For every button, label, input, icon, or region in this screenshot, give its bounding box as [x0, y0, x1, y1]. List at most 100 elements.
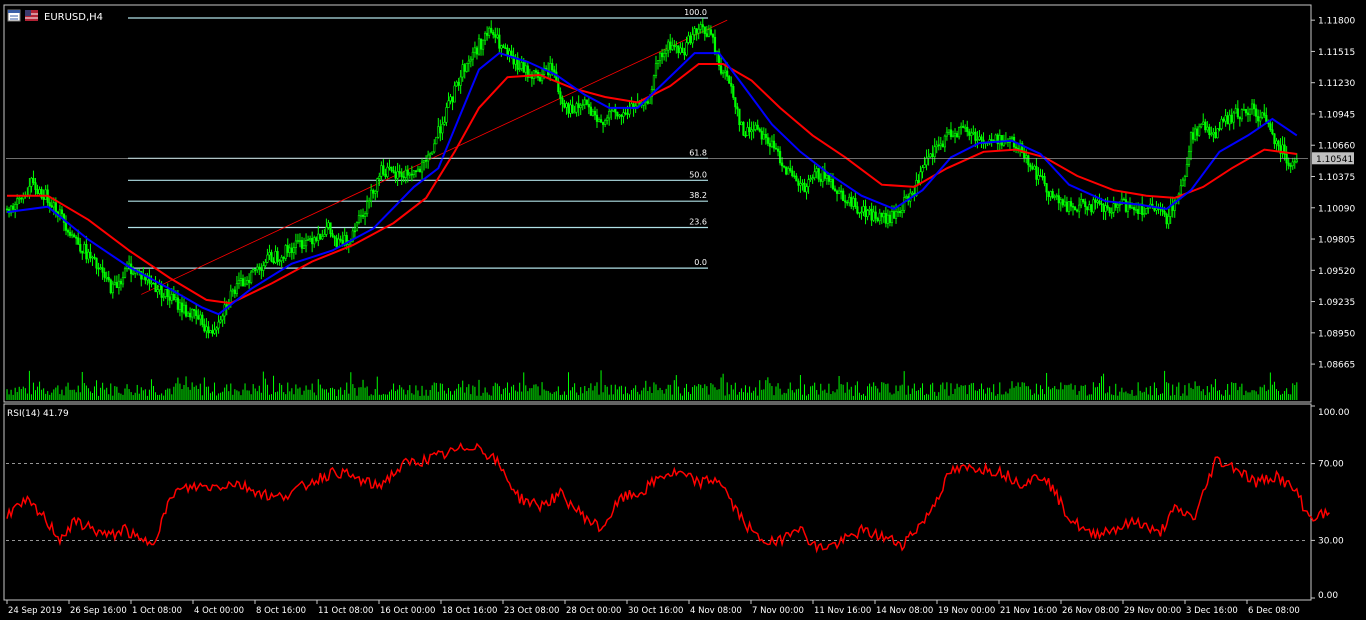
- candle-body: [1063, 201, 1066, 206]
- candle-body: [1147, 206, 1150, 209]
- candle-body: [296, 240, 300, 242]
- candle-body: [71, 234, 74, 237]
- candle-body: [980, 136, 983, 141]
- candle-body: [410, 173, 413, 176]
- candle-body: [184, 304, 188, 317]
- candle-body: [734, 97, 737, 108]
- candle-body: [327, 222, 330, 228]
- candle-body: [1183, 176, 1187, 181]
- candle-body: [919, 171, 922, 184]
- candle-body: [481, 39, 485, 50]
- candle-body: [1073, 206, 1077, 211]
- price-tick-label: 1.09520: [1318, 267, 1355, 277]
- candle-body: [298, 240, 302, 242]
- price-tick-label: 1.10375: [1318, 173, 1355, 183]
- candle-body: [1104, 205, 1107, 212]
- candle-body: [888, 214, 892, 223]
- candle-body: [376, 178, 379, 192]
- candle-body: [1289, 165, 1292, 167]
- candle-body: [5, 208, 9, 211]
- candle-body: [892, 211, 896, 219]
- candle-body: [260, 268, 263, 271]
- candle-body: [778, 151, 782, 164]
- current-price-value: 1.10541: [1316, 155, 1353, 165]
- candle-body: [691, 34, 694, 44]
- candle-body: [77, 237, 80, 245]
- candle-body: [652, 75, 656, 90]
- chart-window-icon[interactable]: [7, 9, 21, 22]
- candle-body: [418, 168, 422, 173]
- candle-body: [1218, 128, 1221, 130]
- candle-body: [825, 175, 828, 179]
- candle-body: [1061, 199, 1064, 206]
- candle-body: [689, 35, 692, 44]
- candle-body: [280, 256, 283, 262]
- candle-body: [467, 60, 470, 64]
- candle-body: [498, 34, 501, 49]
- candle-body: [663, 53, 666, 58]
- candle-body: [819, 178, 822, 182]
- candle-body: [34, 182, 37, 190]
- candle-body: [866, 210, 869, 217]
- candle-body: [703, 26, 706, 34]
- candle-body: [445, 107, 448, 123]
- candle-body: [899, 211, 902, 214]
- time-tick-label: 24 Sep 2019: [8, 606, 62, 616]
- candle-body: [38, 189, 41, 195]
- candle-body: [231, 289, 234, 292]
- chart-canvas[interactable]: EURUSD,H4 100.0 61.8 50.0 38.2 23.6 0.0 1.105…: [0, 0, 1366, 620]
- candle-body: [1277, 140, 1280, 147]
- candle-body: [1134, 209, 1138, 211]
- candle-body: [1224, 115, 1227, 122]
- candle-body: [414, 170, 418, 173]
- fib-level-label: 38.2: [689, 191, 707, 200]
- candle-body: [748, 127, 751, 133]
- candle-body: [113, 282, 116, 285]
- candle-body: [402, 176, 405, 178]
- candle-body: [12, 205, 15, 210]
- candle-body: [1110, 212, 1113, 214]
- candle-body: [844, 200, 847, 203]
- candle-body: [772, 140, 776, 149]
- candle-body: [575, 103, 578, 113]
- candle-body: [854, 198, 857, 207]
- candle-body: [394, 172, 397, 179]
- candle-body: [1155, 208, 1158, 211]
- candle-body: [164, 289, 167, 297]
- candle-body: [390, 166, 393, 171]
- candle-body: [1295, 159, 1298, 163]
- candle-body: [622, 112, 625, 117]
- candle-body: [567, 103, 570, 114]
- candle-body: [1163, 211, 1166, 215]
- time-tick-label: 21 Nov 16:00: [1000, 606, 1057, 616]
- candle-body: [1000, 135, 1003, 146]
- candle-body: [762, 134, 765, 140]
- candle-body: [85, 244, 88, 260]
- candle-body: [671, 44, 674, 50]
- candle-body: [398, 171, 401, 174]
- candle-body: [386, 166, 389, 177]
- candle-body: [646, 101, 649, 104]
- candle-body: [1112, 203, 1115, 213]
- candle-body: [1116, 204, 1119, 208]
- candle-body: [614, 108, 617, 113]
- candle-body: [457, 81, 460, 86]
- candle-body: [595, 114, 599, 122]
- candle-body: [396, 171, 399, 179]
- flag-icon[interactable]: [25, 10, 38, 21]
- candle-body: [469, 58, 472, 62]
- candle-body: [195, 310, 198, 317]
- candle-body: [665, 49, 668, 54]
- candle-body: [258, 266, 261, 270]
- candle-body: [534, 70, 538, 73]
- candle-body: [119, 280, 123, 285]
- candle-body: [835, 190, 839, 194]
- candle-body: [681, 47, 684, 53]
- candle-body: [813, 171, 816, 178]
- candle-body: [929, 153, 932, 158]
- candle-body: [111, 283, 114, 294]
- candle-body: [217, 321, 220, 329]
- candle-body: [254, 269, 257, 271]
- candle-body: [424, 159, 428, 162]
- candle-body: [1014, 146, 1018, 149]
